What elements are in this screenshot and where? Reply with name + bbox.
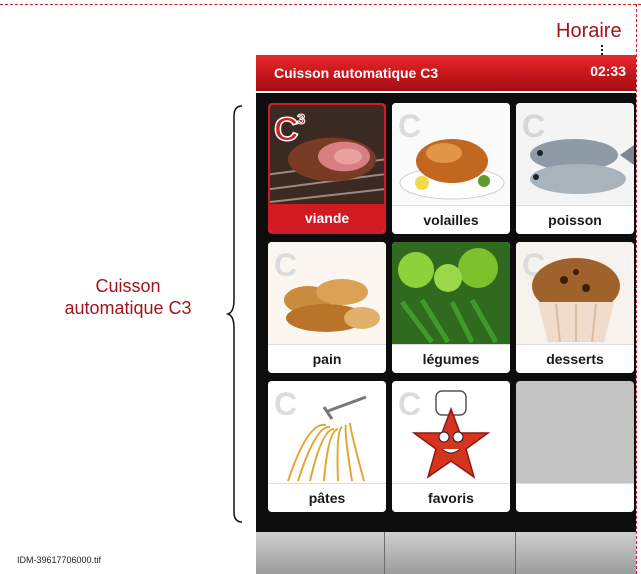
tile-viande[interactable]: C 3 viande bbox=[268, 103, 386, 234]
muffin-icon: C bbox=[516, 242, 634, 345]
meat-icon: C 3 bbox=[270, 105, 384, 204]
tile-empty bbox=[516, 381, 634, 512]
svg-text:C: C bbox=[398, 108, 421, 144]
bottom-button-middle[interactable] bbox=[385, 532, 516, 574]
tile-label bbox=[516, 483, 634, 512]
cuisson-annotation: Cuisson automatique C3 bbox=[38, 275, 218, 319]
tile-favoris[interactable]: C favoris bbox=[392, 381, 510, 512]
tile-label: pâtes bbox=[268, 483, 386, 512]
tile-poisson[interactable]: C poisson bbox=[516, 103, 634, 234]
tile-pain[interactable]: C pain bbox=[268, 242, 386, 373]
page-right-border bbox=[636, 4, 637, 574]
tile-label: poisson bbox=[516, 205, 634, 234]
svg-text:C: C bbox=[274, 386, 297, 422]
vegetables-icon bbox=[392, 242, 510, 345]
tile-label: desserts bbox=[516, 344, 634, 373]
fish-icon: C bbox=[516, 103, 634, 206]
footnote-filename: IDM-39617706000.tif bbox=[17, 555, 102, 565]
svg-text:C: C bbox=[274, 111, 299, 149]
tile-legumes[interactable]: légumes bbox=[392, 242, 510, 373]
curly-brace bbox=[226, 105, 243, 523]
horaire-annotation: Horaire bbox=[556, 20, 622, 42]
bread-icon: C bbox=[268, 242, 386, 345]
chef-star-icon: C bbox=[392, 381, 510, 484]
tile-label: légumes bbox=[392, 344, 510, 373]
screen-title: Cuisson automatique C3 bbox=[274, 65, 439, 81]
tile-label: viande bbox=[270, 204, 384, 232]
bottom-button-right[interactable] bbox=[516, 532, 636, 574]
svg-text:C: C bbox=[274, 247, 297, 283]
tile-label: favoris bbox=[392, 483, 510, 512]
svg-text:C: C bbox=[522, 108, 545, 144]
tile-label: pain bbox=[268, 344, 386, 373]
bottom-button-bar bbox=[256, 532, 636, 574]
svg-text:3: 3 bbox=[297, 111, 305, 128]
tile-desserts[interactable]: C desserts bbox=[516, 242, 634, 373]
tile-volailles[interactable]: C volailles bbox=[392, 103, 510, 234]
cuisson-annotation-line2: automatique C3 bbox=[64, 298, 192, 318]
svg-text:C: C bbox=[398, 386, 421, 422]
page-top-border bbox=[0, 4, 641, 5]
tile-pates[interactable]: C pâtes bbox=[268, 381, 386, 512]
tile-label: volailles bbox=[392, 205, 510, 234]
oven-control-screen: Cuisson automatique C3 02:33 C 3 viande bbox=[256, 55, 636, 574]
bottom-button-left[interactable] bbox=[256, 532, 385, 574]
cuisson-annotation-line1: Cuisson bbox=[95, 276, 161, 296]
clock-display[interactable]: 02:33 bbox=[590, 63, 626, 79]
roast-chicken-icon: C bbox=[392, 103, 510, 206]
title-bar: Cuisson automatique C3 02:33 bbox=[256, 55, 636, 93]
pasta-fork-icon: C bbox=[268, 381, 386, 484]
